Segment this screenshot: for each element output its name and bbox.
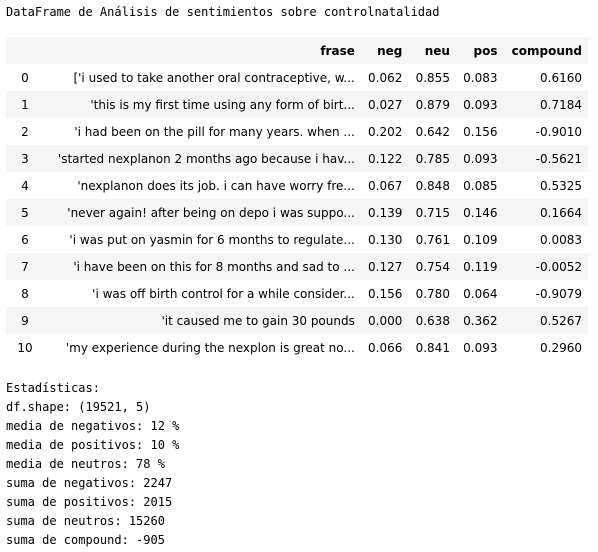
neu-cell: 0.780 <box>415 286 450 301</box>
neg-cell: 0.062 <box>368 70 403 85</box>
header-frase: frase <box>320 43 355 58</box>
pos-cell: 0.085 <box>463 178 498 193</box>
frase-cell: 'i was put on yasmin for 6 months to reg… <box>69 232 355 247</box>
pos-cell: 0.119 <box>463 259 498 274</box>
frase-cell: 'i had been on the pill for many years. … <box>74 124 355 139</box>
header-index <box>6 37 44 64</box>
table-row: 3 'started nexplanon 2 months ago because… <box>6 145 588 172</box>
neu-cell: 0.855 <box>415 70 450 85</box>
header-row: frase neg neu pos compound <box>6 37 588 64</box>
neg-cell: 0.027 <box>368 97 403 112</box>
neu-cell: 0.754 <box>415 259 450 274</box>
frase-cell: 'nexplanon does its job. i can have worr… <box>77 178 355 193</box>
header-compound: compound <box>511 43 582 58</box>
frase-cell: 'this is my first time using any form of… <box>90 97 355 112</box>
neg-cell: 0.127 <box>368 259 403 274</box>
compound-cell: 0.1664 <box>540 205 582 220</box>
neg-cell: 0.202 <box>368 124 403 139</box>
table-row: 6 'i was put on yasmin for 6 months to re… <box>6 226 588 253</box>
stats-line-shape: df.shape: (19521, 5) <box>6 400 151 414</box>
compound-cell: 0.2960 <box>540 340 582 355</box>
neu-cell: 0.848 <box>415 178 450 193</box>
stats-line-sum-compound: suma de compound: -905 <box>6 533 165 547</box>
compound-cell: -0.9010 <box>535 124 582 139</box>
table-header: frase neg neu pos compound <box>6 37 588 64</box>
table-row: 5 'never again! after being on depo i was… <box>6 199 588 226</box>
pos-cell: 0.093 <box>463 97 498 112</box>
frase-cell: 'my experience during the nexplon is gre… <box>65 340 355 355</box>
neg-cell: 0.130 <box>368 232 403 247</box>
row-index: 10 <box>17 340 33 355</box>
frase-cell: 'it caused me to gain 30 pounds <box>161 313 355 328</box>
compound-cell: -0.5621 <box>535 151 582 166</box>
row-index: 9 <box>21 313 29 328</box>
row-index: 0 <box>21 70 29 85</box>
pos-cell: 0.093 <box>463 340 498 355</box>
dataframe-caption: DataFrame de Análisis de sentimientos so… <box>6 5 440 19</box>
neu-cell: 0.761 <box>415 232 450 247</box>
table-row: 4 'nexplanon does its job. i can have wor… <box>6 172 588 199</box>
compound-cell: 0.0083 <box>540 232 582 247</box>
table-row: 2 'i had been on the pill for many years.… <box>6 118 588 145</box>
table-row: 10 'my experience during the nexplon is g… <box>6 334 588 361</box>
frase-cell: ['i used to take another oral contracept… <box>73 70 355 85</box>
frase-cell: 'i have been on this for 8 months and sa… <box>73 259 355 274</box>
compound-cell: -0.0052 <box>535 259 582 274</box>
row-index: 2 <box>21 124 29 139</box>
pos-cell: 0.083 <box>463 70 498 85</box>
table-row: 9 'it caused me to gain 30 pounds 0.000 0.6… <box>6 307 588 334</box>
stats-line-mean-pos: media de positivos: 10 % <box>6 438 180 452</box>
table-row: 1 'this is my first time using any form o… <box>6 91 588 118</box>
header-neu: neu <box>424 43 450 58</box>
neg-cell: 0.067 <box>368 178 403 193</box>
frase-cell: 'started nexplanon 2 months ago because … <box>57 151 355 166</box>
compound-cell: 0.6160 <box>540 70 582 85</box>
stats-line-sum-pos: suma de positivos: 2015 <box>6 495 173 509</box>
neu-cell: 0.841 <box>415 340 450 355</box>
compound-cell: 0.5267 <box>540 313 582 328</box>
row-index: 3 <box>21 151 29 166</box>
neu-cell: 0.638 <box>415 313 450 328</box>
table-row: 7 'i have been on this for 8 months and s… <box>6 253 588 280</box>
row-index: 1 <box>21 97 29 112</box>
dataframe-table: frase neg neu pos compound 0 ['i used to … <box>6 37 588 361</box>
neg-cell: 0.122 <box>368 151 403 166</box>
compound-cell: 0.7184 <box>540 97 582 112</box>
stats-output: Estadísticas: df.shape: (19521, 5) media… <box>6 379 179 550</box>
stats-line-sum-neu: suma de neutros: 15260 <box>6 514 165 528</box>
frase-cell: 'i was off birth control for a while con… <box>92 286 355 301</box>
header-pos: pos <box>473 43 498 58</box>
neg-cell: 0.000 <box>368 313 403 328</box>
compound-cell: -0.9079 <box>535 286 582 301</box>
table-row: 0 ['i used to take another oral contracep… <box>6 64 588 91</box>
row-index: 6 <box>21 232 29 247</box>
pos-cell: 0.156 <box>463 124 498 139</box>
pos-cell: 0.109 <box>463 232 498 247</box>
stats-line-sum-neg: suma de negativos: 2247 <box>6 476 173 490</box>
pos-cell: 0.146 <box>463 205 498 220</box>
row-index: 5 <box>21 205 29 220</box>
pos-cell: 0.064 <box>463 286 498 301</box>
pos-cell: 0.362 <box>463 313 498 328</box>
neu-cell: 0.715 <box>415 205 450 220</box>
frase-cell: 'never again! after being on depo i was … <box>67 205 355 220</box>
neu-cell: 0.785 <box>415 151 450 166</box>
stats-title: Estadísticas: <box>6 381 100 395</box>
stats-line-mean-neg: media de negativos: 12 % <box>6 419 180 433</box>
neg-cell: 0.156 <box>368 286 403 301</box>
pos-cell: 0.093 <box>463 151 498 166</box>
row-index: 7 <box>21 259 29 274</box>
header-neg: neg <box>377 43 403 58</box>
table-row: 8 'i was off birth control for a while co… <box>6 280 588 307</box>
stats-line-mean-neu: media de neutros: 78 % <box>6 457 165 471</box>
neu-cell: 0.879 <box>415 97 450 112</box>
table-body: 0 ['i used to take another oral contracep… <box>6 64 588 361</box>
compound-cell: 0.5325 <box>540 178 582 193</box>
neu-cell: 0.642 <box>415 124 450 139</box>
neg-cell: 0.139 <box>368 205 403 220</box>
row-index: 4 <box>21 178 29 193</box>
neg-cell: 0.066 <box>368 340 403 355</box>
row-index: 8 <box>21 286 29 301</box>
